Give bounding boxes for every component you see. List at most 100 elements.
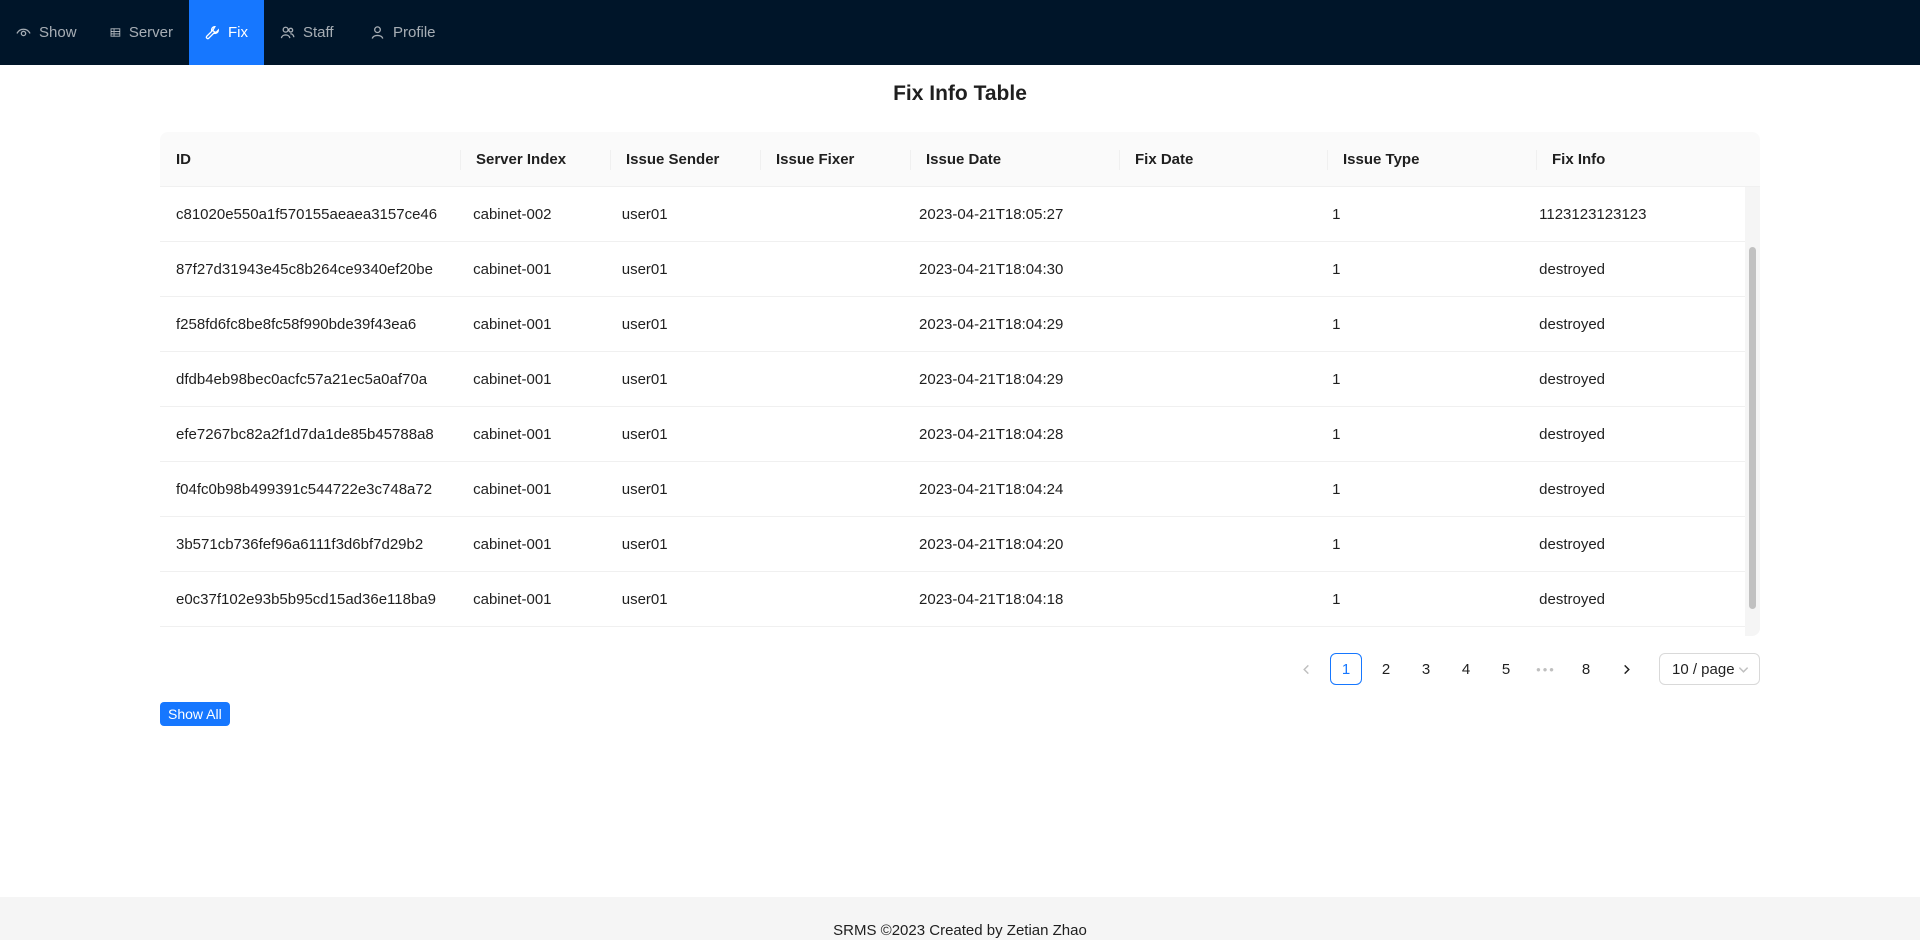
page-button-2[interactable]: 2 bbox=[1370, 653, 1402, 685]
column-header-issue-date: Issue Date bbox=[910, 132, 1119, 187]
cell-server-index: cabinet-001 bbox=[473, 371, 552, 388]
jump-next-ellipsis[interactable]: ••• bbox=[1530, 653, 1562, 685]
table-row: 3b571cb736fef96a6111f3d6bf7d29b2 cabinet… bbox=[160, 517, 1745, 572]
cell-fix-date bbox=[1110, 297, 1316, 352]
cell-fix-date bbox=[1110, 187, 1316, 242]
nav-item-server[interactable]: Server bbox=[94, 0, 189, 65]
cell-issue-sender: user01 bbox=[621, 316, 668, 333]
table-row: f04fc0b98b499391c544722e3c748a72 cabinet… bbox=[160, 462, 1745, 517]
cell-server-index: cabinet-001 bbox=[473, 536, 552, 553]
cell-fix-date bbox=[1110, 352, 1316, 407]
table-row: dfdb4eb98bec0acfc57a21ec5a0af70a cabinet… bbox=[160, 352, 1745, 407]
table-header: ID Server Index Issue Sender Issue Fixer… bbox=[160, 132, 1760, 187]
cell-issue-fixer bbox=[754, 242, 903, 297]
cell-fix-info: destroyed bbox=[1539, 371, 1606, 388]
cell-issue-sender: user01 bbox=[621, 481, 668, 498]
cell-issue-sender: user01 bbox=[621, 206, 668, 223]
cell-issue-type: 1 bbox=[1332, 371, 1341, 388]
user-icon bbox=[371, 26, 384, 39]
cell-issue-type: 1 bbox=[1332, 481, 1341, 498]
cell-issue-sender: user01 bbox=[621, 591, 668, 608]
cell-fix-date bbox=[1110, 572, 1316, 627]
cell-fix-date bbox=[1110, 242, 1316, 297]
cell-fix-info: destroyed bbox=[1539, 536, 1606, 553]
cell-issue-date: 2023-04-21T18:05:27 bbox=[919, 206, 1064, 223]
cell-id: c81020e550a1f570155aeaea3157ce46 bbox=[176, 206, 438, 223]
column-header-fix-date: Fix Date bbox=[1119, 132, 1327, 187]
cell-issue-type: 1 bbox=[1332, 536, 1341, 553]
column-header-fix-info: Fix Info bbox=[1536, 132, 1760, 187]
cell-server-index: cabinet-002 bbox=[473, 206, 552, 223]
page-button-1[interactable]: 1 bbox=[1330, 653, 1362, 685]
cell-issue-fixer bbox=[754, 517, 903, 572]
cell-fix-date bbox=[1110, 517, 1316, 572]
cell-id: 87f27d31943e45c8b264ce9340ef20be bbox=[176, 261, 433, 278]
pagination: 1 2 3 4 5 ••• 8 bbox=[1290, 653, 1650, 685]
cell-issue-sender: user01 bbox=[621, 261, 668, 278]
cell-issue-date: 2023-04-21T18:04:29 bbox=[919, 316, 1064, 333]
cell-issue-fixer bbox=[754, 462, 903, 517]
page-button-last[interactable]: 8 bbox=[1570, 653, 1602, 685]
cell-id: f04fc0b98b499391c544722e3c748a72 bbox=[176, 481, 433, 498]
page-size-select[interactable]: 10 / page bbox=[1659, 653, 1760, 685]
cell-issue-date: 2023-04-21T18:04:24 bbox=[919, 481, 1064, 498]
cell-issue-fixer bbox=[754, 407, 903, 462]
cell-fix-info: destroyed bbox=[1539, 426, 1606, 443]
nav-item-show[interactable]: Show bbox=[0, 0, 94, 65]
cell-fix-date bbox=[1110, 407, 1316, 462]
nav-item-profile[interactable]: Profile bbox=[354, 0, 461, 65]
cell-id: e0c37f102e93b5b95cd15ad36e118ba9 bbox=[176, 591, 436, 608]
page-button-3[interactable]: 3 bbox=[1410, 653, 1442, 685]
cell-issue-fixer bbox=[754, 352, 903, 407]
next-page-button[interactable] bbox=[1610, 653, 1642, 685]
fix-info-table: ID Server Index Issue Sender Issue Fixer… bbox=[160, 132, 1760, 636]
cell-id: efe7267bc82a2f1d7da1de85b45788a8 bbox=[176, 426, 434, 443]
cell-issue-sender: user01 bbox=[621, 371, 668, 388]
cell-server-index: cabinet-001 bbox=[473, 481, 552, 498]
show-all-button[interactable]: Show All bbox=[160, 702, 230, 726]
cell-issue-date: 2023-04-21T18:04:28 bbox=[919, 426, 1064, 443]
cell-fix-info: 1123123123123 bbox=[1539, 206, 1647, 223]
wrench-icon bbox=[205, 26, 219, 40]
nav-item-staff[interactable]: Staff bbox=[264, 0, 354, 65]
nav-item-label: Staff bbox=[303, 24, 334, 41]
eye-icon bbox=[16, 28, 31, 37]
cell-id: dfdb4eb98bec0acfc57a21ec5a0af70a bbox=[176, 371, 428, 388]
cell-issue-fixer bbox=[754, 572, 903, 627]
cell-issue-date: 2023-04-21T18:04:29 bbox=[919, 371, 1064, 388]
footer-text: SRMS ©2023 Created by Zetian Zhao bbox=[833, 922, 1087, 939]
chevron-down-icon bbox=[1738, 667, 1749, 673]
cell-issue-type: 1 bbox=[1332, 316, 1341, 333]
cell-server-index: cabinet-001 bbox=[473, 591, 552, 608]
nav-item-label: Server bbox=[128, 24, 173, 41]
cell-fix-info: destroyed bbox=[1539, 591, 1606, 608]
column-header-server-index: Server Index bbox=[460, 132, 610, 187]
table-icon bbox=[110, 28, 121, 37]
scrollbar-thumb[interactable] bbox=[1749, 247, 1756, 609]
team-icon bbox=[280, 26, 295, 39]
table-row: c81020e550a1f570155aeaea3157ce46 cabinet… bbox=[160, 187, 1745, 242]
chevron-right-icon bbox=[1623, 664, 1630, 674]
cell-fix-info: destroyed bbox=[1539, 316, 1606, 333]
cell-issue-type: 1 bbox=[1332, 261, 1341, 278]
nav-item-fix[interactable]: Fix bbox=[189, 0, 264, 65]
column-header-issue-type: Issue Type bbox=[1327, 132, 1536, 187]
cell-fix-info: destroyed bbox=[1539, 481, 1606, 498]
cell-id: f258fd6fc8be8fc58f990bde39f43ea6 bbox=[176, 316, 417, 333]
column-header-issue-sender: Issue Sender bbox=[610, 132, 760, 187]
cell-server-index: cabinet-001 bbox=[473, 261, 552, 278]
chevron-left-icon bbox=[1302, 664, 1309, 674]
table-scrollbar[interactable] bbox=[1745, 187, 1760, 636]
page-button-4[interactable]: 4 bbox=[1450, 653, 1482, 685]
top-nav: Show Server Fix Staff Profile bbox=[0, 0, 1920, 65]
column-header-issue-fixer: Issue Fixer bbox=[760, 132, 910, 187]
table-row: e0c37f102e93b5b95cd15ad36e118ba9 cabinet… bbox=[160, 572, 1745, 627]
cell-issue-sender: user01 bbox=[621, 536, 668, 553]
prev-page-button[interactable] bbox=[1290, 653, 1322, 685]
table-body: c81020e550a1f570155aeaea3157ce46 cabinet… bbox=[160, 187, 1745, 636]
cell-issue-type: 1 bbox=[1332, 591, 1341, 608]
cell-fix-info: destroyed bbox=[1539, 261, 1606, 278]
page-title: Fix Info Table bbox=[893, 82, 1027, 105]
page-button-5[interactable]: 5 bbox=[1490, 653, 1522, 685]
nav-item-label: Profile bbox=[393, 24, 436, 41]
